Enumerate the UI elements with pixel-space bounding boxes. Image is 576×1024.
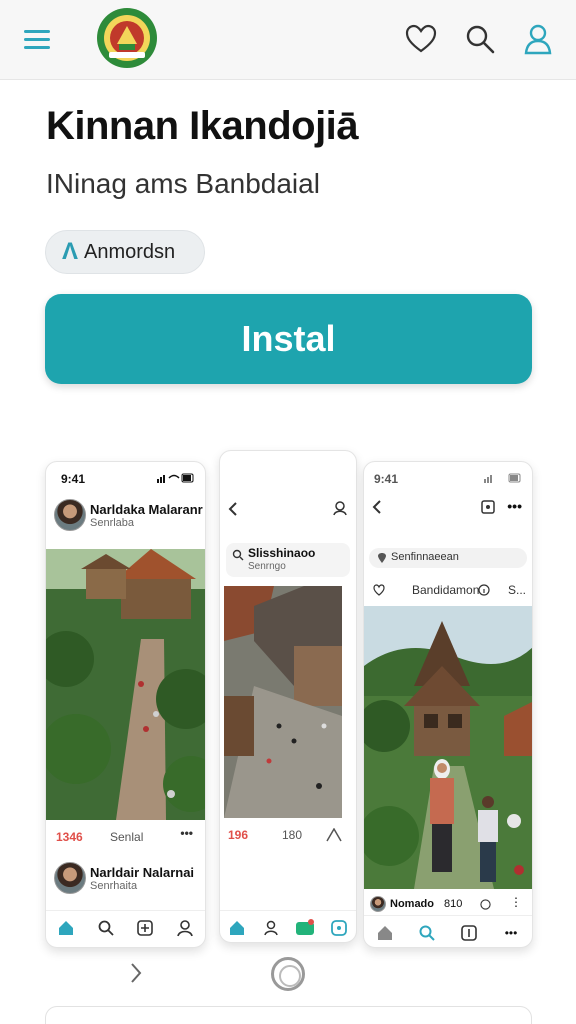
profile-icon[interactable] [332, 500, 348, 516]
heart-icon[interactable] [373, 584, 385, 596]
bottom-name: Nomado [390, 898, 434, 910]
share-icon[interactable] [326, 828, 342, 842]
screenshot-3[interactable]: 9:41 ••• Senfinnaeean Bandidamon S... No… [363, 461, 533, 948]
row-label: Bandidamon [412, 583, 480, 597]
bottom-nav: ••• [364, 915, 532, 947]
home-button[interactable] [271, 957, 305, 991]
developer-chip[interactable]: Λ Anmordsn [45, 230, 205, 274]
post-subtitle: Senrlaba [90, 517, 135, 529]
screenshot-2[interactable]: Slisshinaoo Senrngo 196 180 [219, 450, 357, 943]
screenshot-1[interactable]: 9:41 Narldaka Malaranr Senrlaba 1346 Sen… [45, 461, 206, 948]
post-author: Narldair Nalarnai [90, 865, 195, 880]
more-icon[interactable]: ••• [180, 826, 193, 840]
row-tail: S... [508, 583, 527, 597]
info-card: Slisshinaoo Senrngo [226, 543, 350, 577]
like-count: 1346 [56, 830, 83, 844]
status-icons [157, 473, 194, 483]
post-author: Narldaka Malaranr [90, 502, 203, 517]
message-icon[interactable] [294, 917, 316, 939]
more-icon[interactable]: ⋮ [510, 895, 522, 909]
chat-icon[interactable] [328, 917, 350, 939]
bottom-number: 810 [444, 898, 463, 910]
top-app-bar [0, 0, 576, 80]
status-time: 9:41 [374, 472, 399, 486]
store-logo [97, 8, 157, 68]
developer-icon: Λ [62, 238, 79, 265]
more-icon[interactable]: ••• [507, 498, 522, 514]
avatar [54, 862, 86, 894]
stat-secondary: 180 [282, 828, 303, 842]
heart-icon[interactable] [404, 22, 438, 56]
bookmark-icon[interactable] [480, 499, 496, 515]
post-subtitle: Senrhaita [90, 880, 138, 892]
village-photo [46, 549, 205, 820]
add-icon[interactable] [134, 917, 156, 939]
menu-icon[interactable] [22, 28, 52, 50]
info-icon[interactable] [480, 899, 491, 910]
stat-primary: 196 [228, 828, 249, 842]
home-icon[interactable] [226, 917, 248, 939]
home-icon[interactable] [374, 922, 396, 944]
search-icon[interactable] [463, 22, 497, 56]
app-title: Kinnan Ikandojiā [46, 104, 359, 148]
location-icon [378, 553, 386, 563]
village-photo [364, 606, 532, 889]
search-icon[interactable] [95, 917, 117, 939]
search-icon [232, 549, 244, 561]
back-icon[interactable] [226, 501, 240, 517]
back-icon[interactable] [370, 499, 384, 515]
info-icon[interactable] [478, 584, 490, 596]
more-icon[interactable]: ••• [500, 922, 522, 944]
village-photo [224, 586, 342, 818]
home-icon[interactable] [55, 917, 77, 939]
user-icon[interactable] [521, 22, 555, 56]
chevron-right-icon[interactable] [122, 958, 150, 988]
search-icon[interactable] [416, 922, 438, 944]
card-subtitle: Senrngo [248, 561, 286, 572]
status-time: 9:41 [61, 472, 86, 486]
search-bar[interactable]: Senfinnaeean [369, 548, 527, 568]
chip-label: Anmordsn [84, 240, 176, 263]
bottom-nav [220, 910, 356, 942]
app-subtitle: INinag ams Banbdaial [46, 168, 320, 199]
profile-icon[interactable] [174, 917, 196, 939]
bottom-nav [46, 910, 205, 944]
install-button[interactable]: Instal [45, 294, 532, 384]
card-title: Slisshinaoo [248, 546, 316, 560]
people-icon[interactable] [260, 917, 282, 939]
avatar [54, 499, 86, 531]
search-text: Senfinnaeean [391, 551, 459, 563]
share-action[interactable]: Senlal [110, 830, 143, 844]
add-icon[interactable] [458, 922, 480, 944]
status-icons [484, 473, 521, 483]
bottom-card [45, 1006, 532, 1024]
avatar [370, 896, 386, 912]
